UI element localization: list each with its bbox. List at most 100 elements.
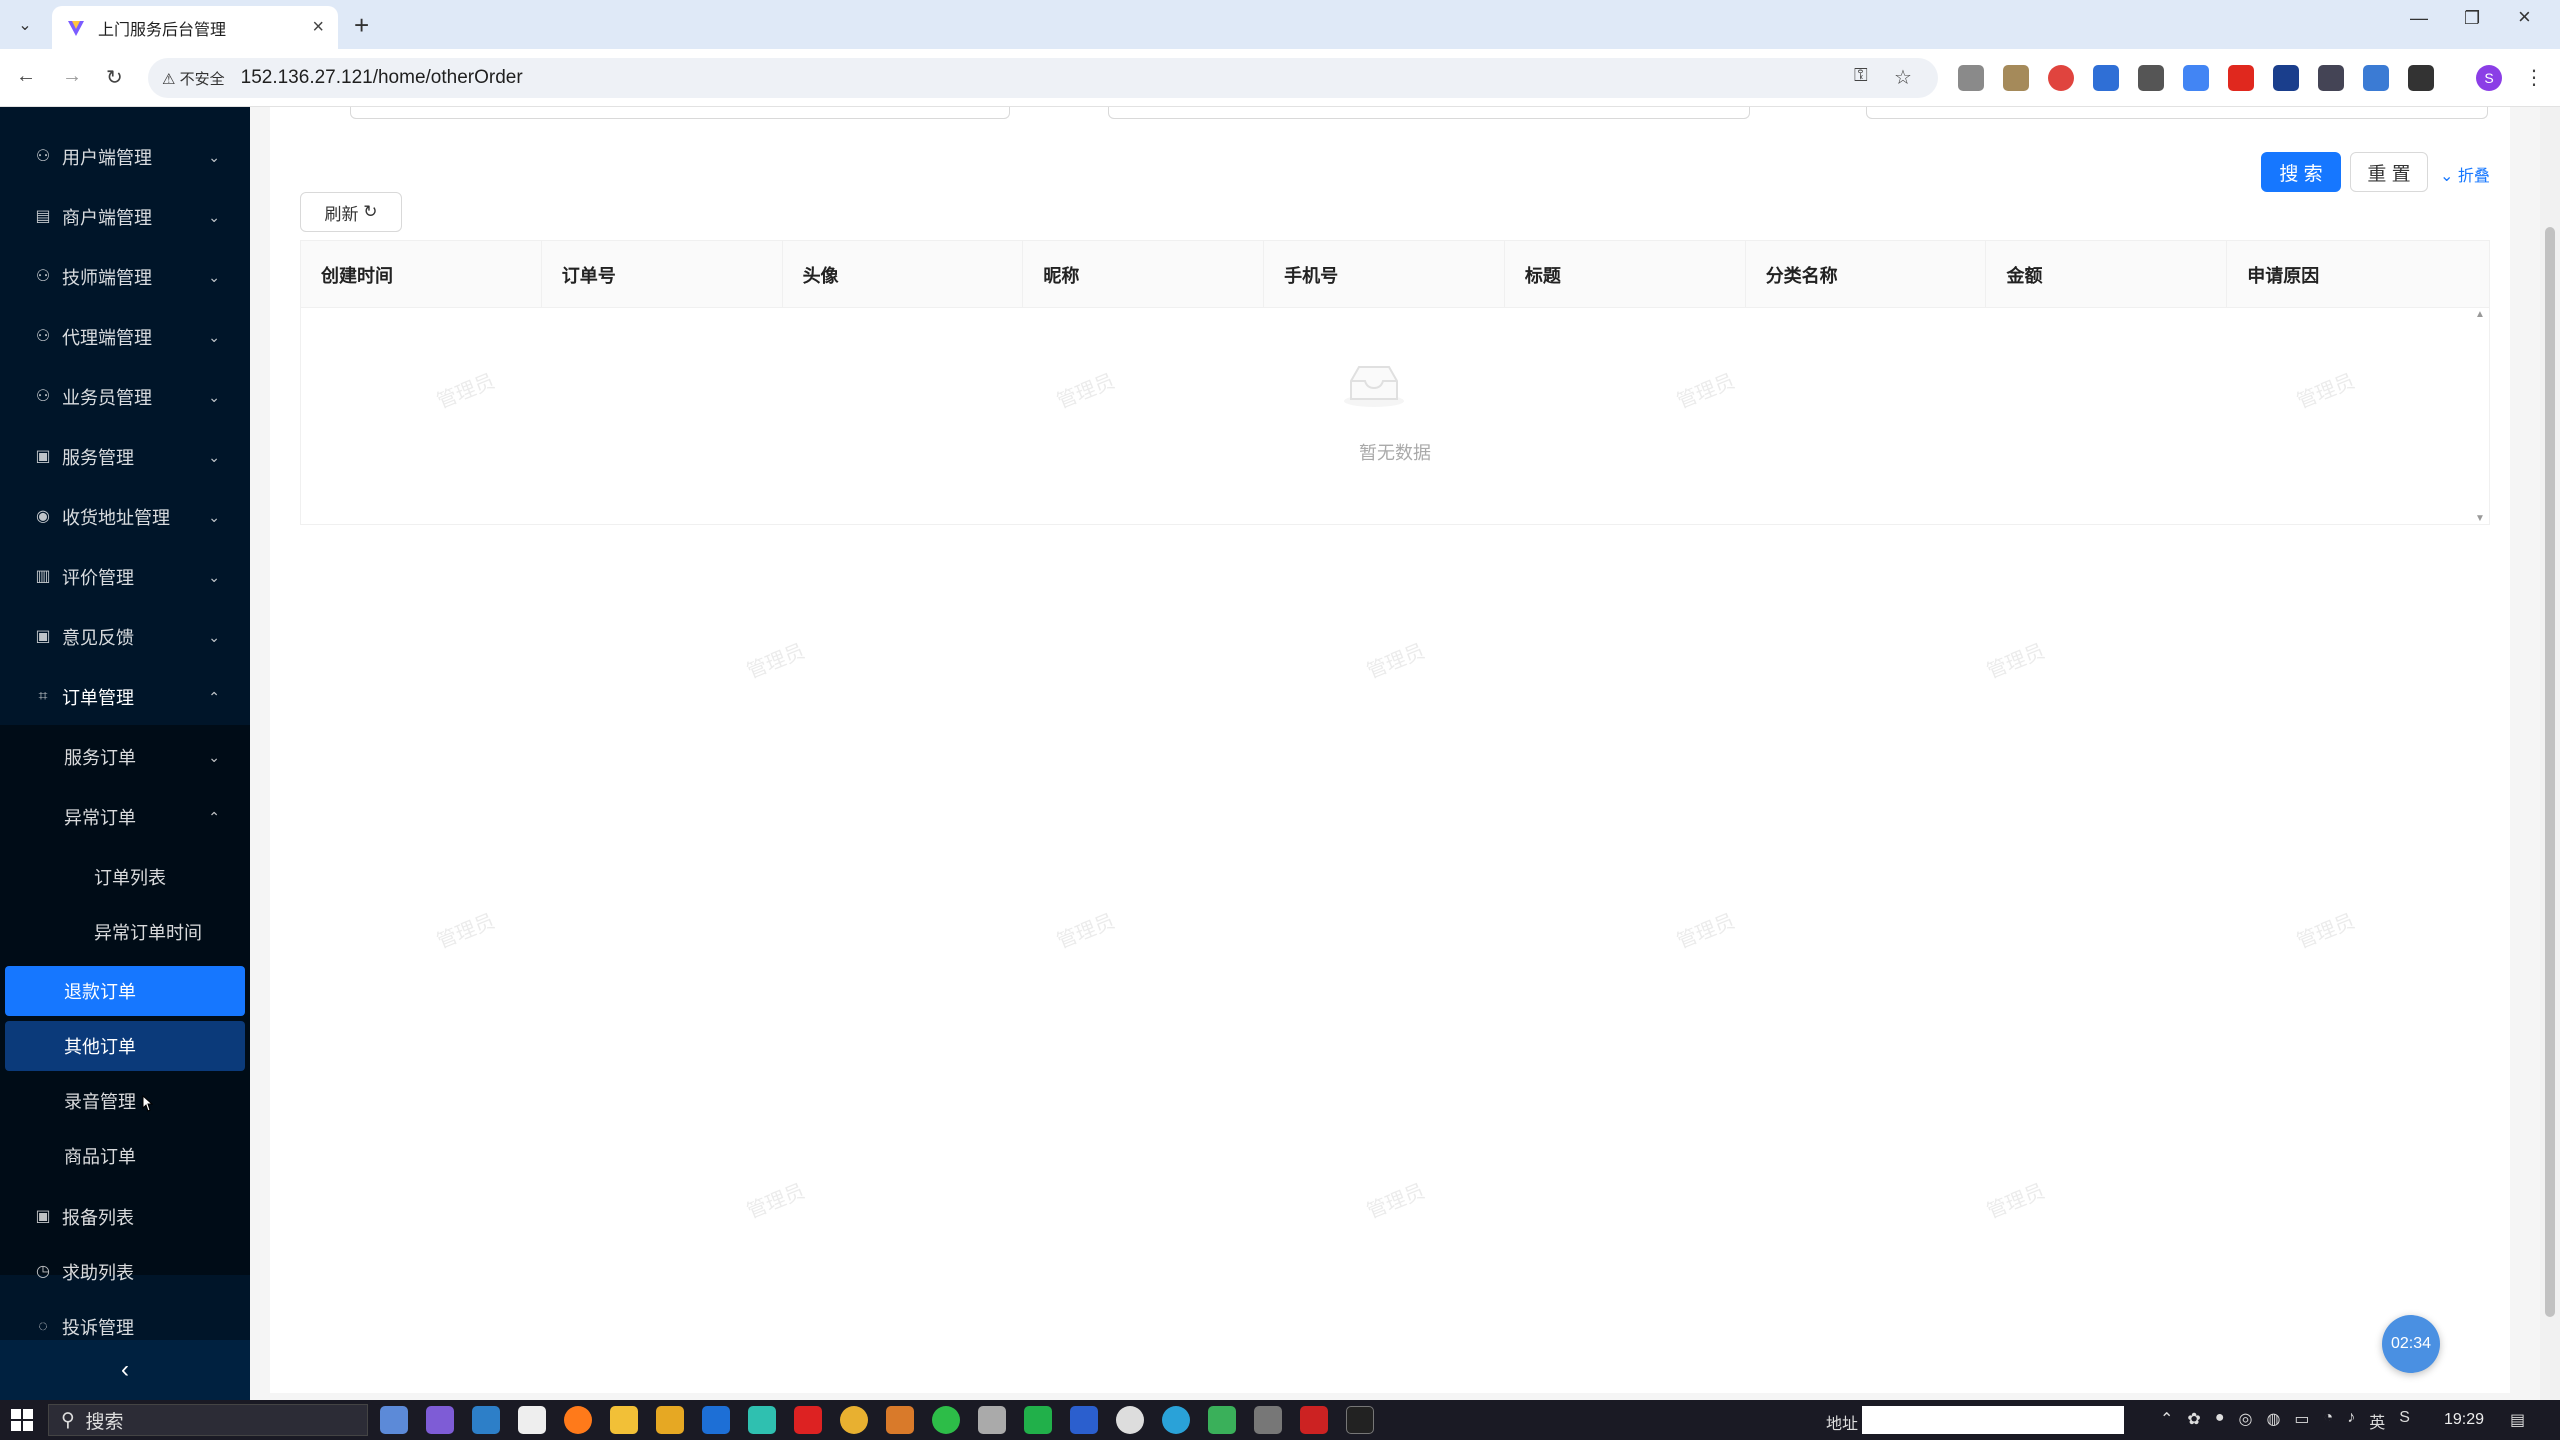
taskbar-app-icon[interactable] [1300, 1406, 1328, 1434]
column-header[interactable]: 创建时间 [301, 241, 542, 308]
column-header[interactable]: 分类名称 [1746, 241, 1987, 308]
minimize-icon[interactable]: — [2410, 8, 2428, 29]
sidebar-item-report-list[interactable]: ▣ 报备列表 [0, 1189, 250, 1245]
browser-menu-icon[interactable]: ⋮ [2524, 65, 2544, 90]
scrollbar-thumb[interactable] [2545, 227, 2555, 1317]
column-header[interactable]: 头像 [783, 241, 1024, 308]
reload-icon[interactable]: ↻ [106, 65, 123, 90]
extensions-puzzle-icon[interactable] [2408, 65, 2434, 91]
scroll-up-icon[interactable]: ▲ [2473, 309, 2487, 320]
refresh-button[interactable]: 刷新 ↻ [300, 192, 402, 232]
taskbar-app-icon[interactable] [380, 1406, 408, 1434]
camera-extension-icon[interactable] [1958, 65, 1984, 91]
tray-app-icon[interactable]: ◍ [2266, 1409, 2280, 1433]
sidebar-collapse-button[interactable]: ‹ [0, 1340, 250, 1400]
taskbar-app-icon[interactable] [978, 1406, 1006, 1434]
sidebar-item-other-orders[interactable]: 其他订单 [5, 1021, 245, 1071]
sidebar-item-technician[interactable]: ⚇ 技师端管理 ⌄ [0, 249, 250, 305]
search-button[interactable]: 搜 索 [2261, 152, 2341, 192]
taskbar-app-icon[interactable] [702, 1406, 730, 1434]
back-icon[interactable]: ← [16, 65, 36, 88]
tray-app-icon[interactable]: ✿ [2187, 1409, 2200, 1433]
shield-extension-icon[interactable] [2048, 65, 2074, 91]
sidebar-item-merchant[interactable]: ▤ 商户端管理 ⌄ [0, 189, 250, 245]
badge-extension-icon[interactable] [2273, 65, 2299, 91]
sidebar-item-help-list[interactable]: ◷ 求助列表 [0, 1244, 250, 1300]
notification-icon[interactable]: ▤ [2510, 1410, 2525, 1430]
word-icon[interactable] [1070, 1406, 1098, 1434]
column-header[interactable]: 手机号 [1264, 241, 1505, 308]
column-header[interactable]: 昵称 [1023, 241, 1265, 308]
sidebar-item-salesman[interactable]: ⚇ 业务员管理 ⌄ [0, 369, 250, 425]
sidebar-item-user-client[interactable]: ⚇ 用户端管理 ⌄ [0, 129, 250, 185]
profile-avatar[interactable]: S [2476, 65, 2502, 91]
column-header[interactable]: 申请原因 [2227, 241, 2489, 308]
sidebar-item-review[interactable]: ▥ 评价管理 ⌄ [0, 549, 250, 605]
wechat-icon[interactable] [932, 1406, 960, 1434]
chat-icon[interactable] [1116, 1406, 1144, 1434]
volume-icon[interactable]: ♪ [2347, 1409, 2355, 1433]
image-extension-icon[interactable] [2003, 65, 2029, 91]
taskbar-app-icon[interactable] [472, 1406, 500, 1434]
password-key-icon[interactable]: ⚿ [1854, 65, 1868, 86]
sidebar-item-order-list[interactable]: 订单列表 [0, 849, 250, 905]
taskbar-app-icon[interactable] [1024, 1406, 1052, 1434]
taskbar-address-input[interactable] [1862, 1406, 2124, 1434]
tray-app-icon[interactable]: ◔ [2324, 1409, 2334, 1433]
chrome-icon[interactable] [840, 1406, 868, 1434]
close-window-icon[interactable]: × [2518, 4, 2531, 30]
taskbar-app-icon[interactable] [1254, 1406, 1282, 1434]
taskbar-app-icon[interactable] [1208, 1406, 1236, 1434]
table-scrollbar[interactable]: ▲ ▼ [2473, 309, 2487, 524]
taskbar-app-icon[interactable] [748, 1406, 776, 1434]
taskbar-app-icon[interactable] [518, 1406, 546, 1434]
sidebar-item-abnormal-orders[interactable]: 异常订单 ⌃ [0, 789, 250, 845]
address-bar[interactable]: ⚠ 不安全 152.136.27.121/home/otherOrder [148, 58, 1938, 98]
floating-timer[interactable]: 02:34 [2382, 1315, 2440, 1373]
windows-start-icon[interactable] [10, 1408, 34, 1432]
puzzle-extension-icon[interactable] [2093, 65, 2119, 91]
collapse-link[interactable]: ⌄ 折叠 [2440, 162, 2490, 186]
wechat-tray-icon[interactable]: ● [2215, 1409, 2225, 1433]
sidebar-item-service-orders[interactable]: 服务订单 ⌄ [0, 729, 250, 785]
security-warning[interactable]: ⚠ 不安全 [162, 68, 225, 89]
page-scrollbar[interactable] [2540, 107, 2560, 1400]
x-extension-icon[interactable] [2363, 65, 2389, 91]
ime-indicator[interactable]: 英 [2369, 1409, 2385, 1433]
tab-search-dropdown-icon[interactable]: ⌄ [12, 13, 38, 39]
sidebar-item-agent[interactable]: ⚇ 代理端管理 ⌄ [0, 309, 250, 365]
sidebar-item-orders[interactable]: ⌗ 订单管理 ⌃ [0, 669, 250, 725]
sidebar-item-refund-orders[interactable]: 退款订单 [5, 966, 245, 1016]
bookmark-star-icon[interactable]: ☆ [1894, 65, 1912, 90]
firefox-icon[interactable] [564, 1406, 592, 1434]
search-field-3[interactable] [1866, 107, 2488, 119]
tab-close-icon[interactable]: × [312, 16, 324, 39]
sidebar-item-address[interactable]: ◉ 收货地址管理 ⌄ [0, 489, 250, 545]
forward-icon[interactable]: → [62, 65, 82, 88]
sidebar-item-recording[interactable]: 录音管理 [0, 1076, 250, 1126]
restore-icon[interactable]: ❐ [2464, 8, 2480, 29]
search-extension-icon[interactable] [2318, 65, 2344, 91]
column-header[interactable]: 标题 [1505, 241, 1746, 308]
column-header[interactable]: 订单号 [542, 241, 783, 308]
taskbar-search[interactable]: ⚲ 搜索 [48, 1404, 368, 1436]
column-header[interactable]: 金额 [1986, 241, 2228, 308]
taskbar-app-icon[interactable] [426, 1406, 454, 1434]
sidebar-item-feedback[interactable]: ▣ 意见反馈 ⌄ [0, 609, 250, 665]
folder-icon[interactable] [656, 1406, 684, 1434]
copy-extension-icon[interactable] [2138, 65, 2164, 91]
taskbar-app-icon[interactable] [886, 1406, 914, 1434]
browser-tab[interactable]: 上门服务后台管理 × [52, 6, 338, 49]
url-text[interactable]: 152.136.27.121/home/otherOrder [241, 67, 523, 89]
taskbar-app-icon[interactable] [1162, 1406, 1190, 1434]
sidebar-item-abnormal-time[interactable]: 异常订单时间 [0, 904, 250, 960]
terminal-icon[interactable] [1346, 1406, 1374, 1434]
sidebar-item-product-orders[interactable]: 商品订单 [0, 1131, 250, 1181]
reset-button[interactable]: 重 置 [2350, 152, 2428, 192]
sogou-ime-icon[interactable]: S [2399, 1409, 2410, 1433]
sidebar-item-service[interactable]: ▣ 服务管理 ⌄ [0, 429, 250, 485]
search-field-2[interactable] [1108, 107, 1750, 119]
file-explorer-icon[interactable] [610, 1406, 638, 1434]
wps-icon[interactable] [794, 1406, 822, 1434]
tray-app-icon[interactable]: ◎ [2238, 1409, 2252, 1433]
